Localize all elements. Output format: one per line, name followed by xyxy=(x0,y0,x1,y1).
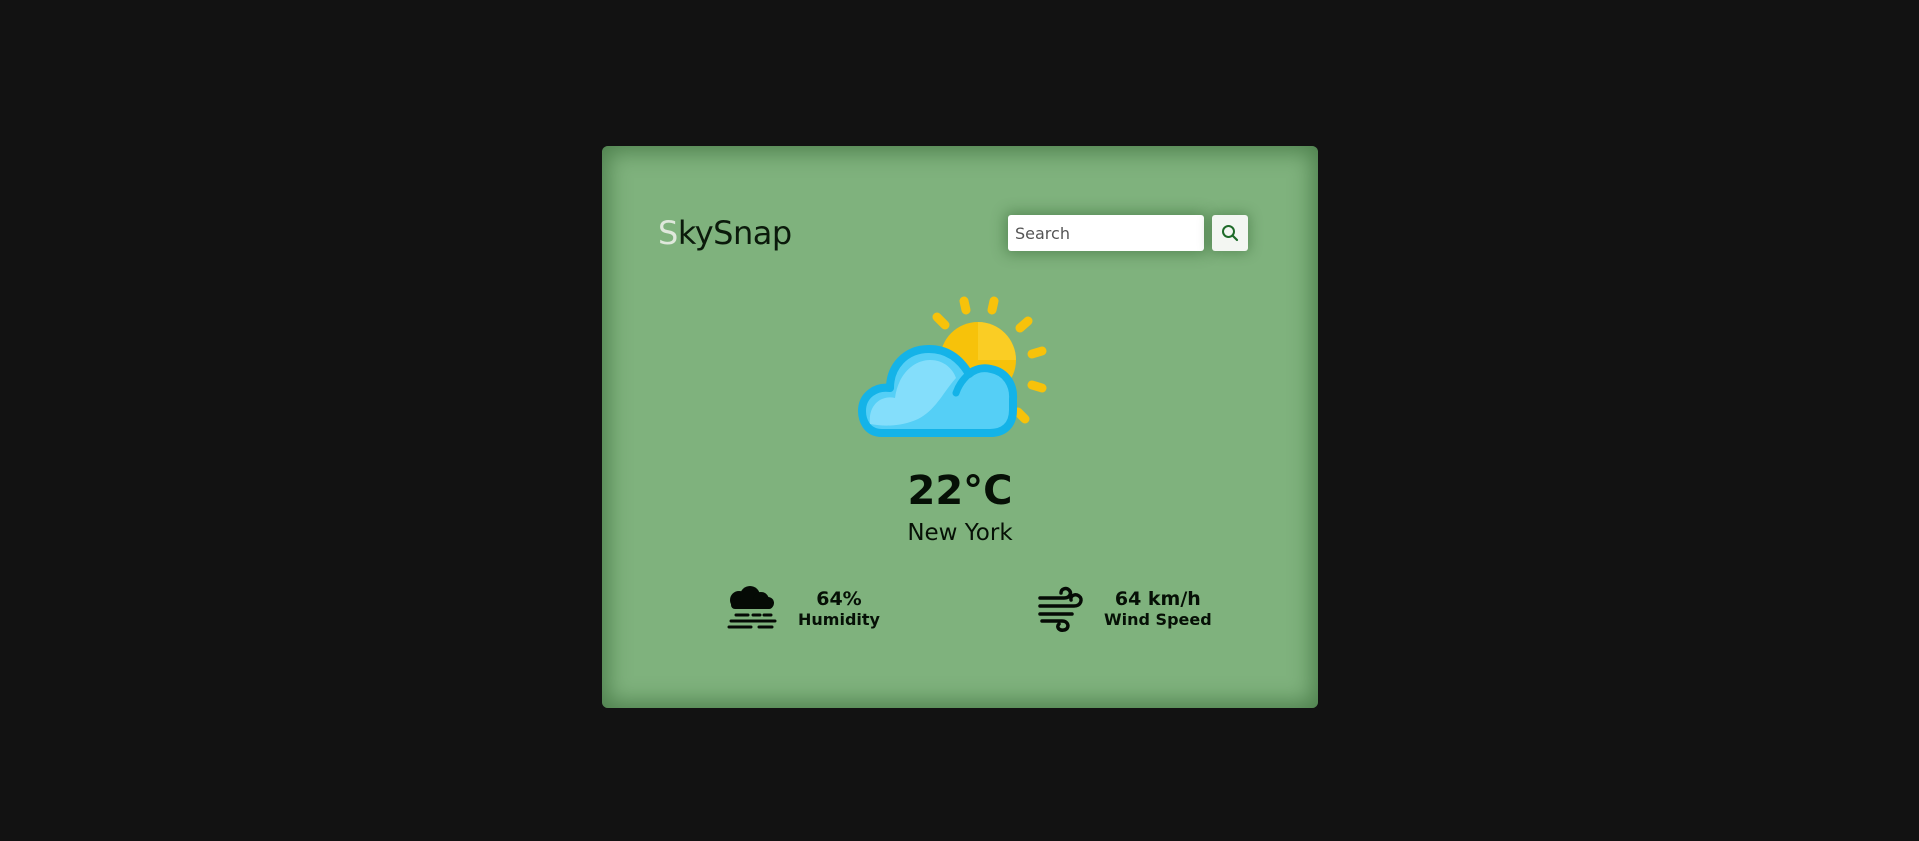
search-input[interactable] xyxy=(1008,215,1204,251)
wind-label: Wind Speed xyxy=(1104,610,1212,629)
wind-text: 64 km/h Wind Speed xyxy=(1104,588,1212,630)
search-button[interactable] xyxy=(1212,215,1248,251)
wind-icon xyxy=(1038,586,1083,632)
partly-cloudy-icon xyxy=(858,296,1047,437)
humidity-value: 64% xyxy=(816,588,862,610)
wind-stat: 64 km/h Wind Speed xyxy=(1034,586,1212,632)
search-icon xyxy=(1222,225,1239,242)
logo-text: kySnap xyxy=(677,214,792,252)
app-logo: SkySnap xyxy=(658,214,792,252)
wind-value: 64 km/h xyxy=(1114,588,1201,610)
logo-first-letter: S xyxy=(658,214,678,252)
weather-card: SkySnap 22°C New Y xyxy=(602,146,1318,708)
humidity-label: Humidity xyxy=(798,610,880,629)
humidity-stat: 64% Humidity xyxy=(726,586,880,632)
city-name: New York xyxy=(907,520,1013,546)
temperature: 22°C xyxy=(907,468,1013,514)
humidity-text: 64% Humidity xyxy=(798,588,880,630)
humidity-icon xyxy=(727,586,777,629)
